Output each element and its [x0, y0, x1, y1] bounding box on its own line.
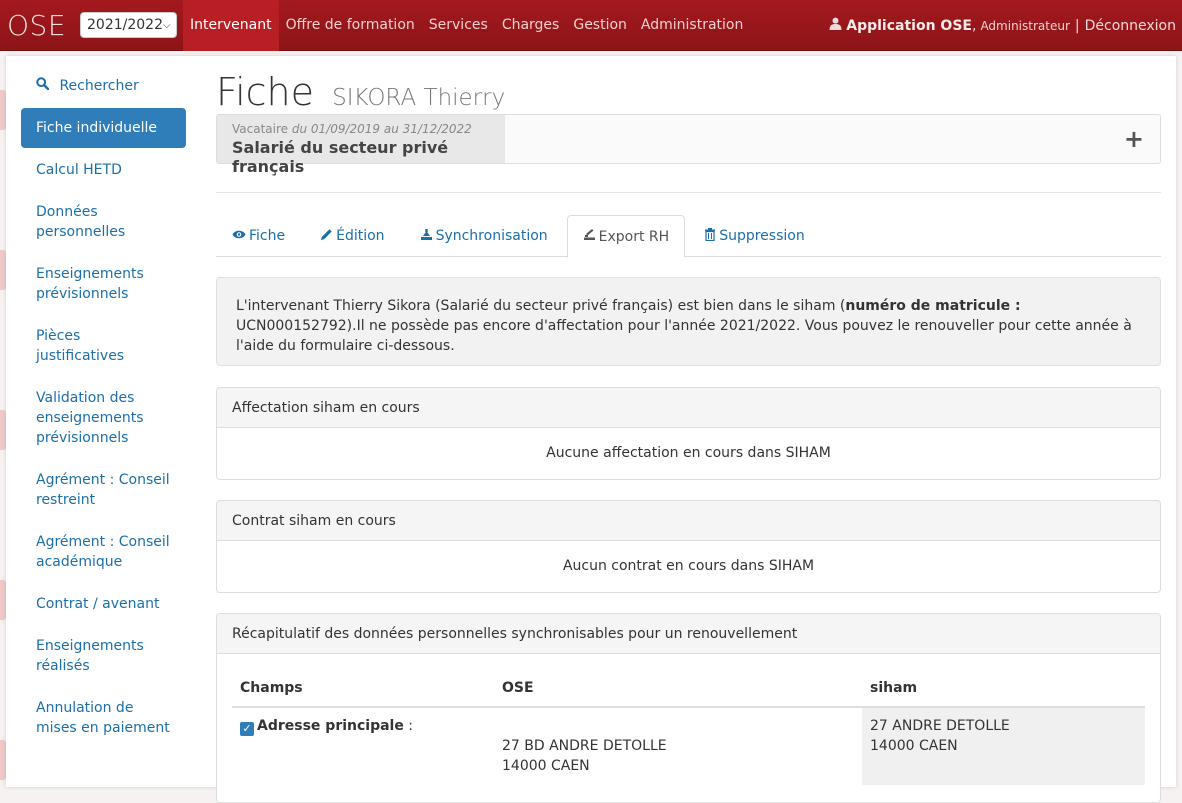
- tab-synchronisation[interactable]: Synchronisation: [404, 215, 564, 257]
- tab-suppression-label: Suppression: [719, 228, 805, 244]
- menu-item-offre-de-formation[interactable]: Offre de formation: [279, 0, 422, 51]
- sidebar: Rechercher Fiche individuelle Calcul HET…: [21, 66, 186, 750]
- status-statut: Salarié du secteur privé français: [232, 138, 449, 176]
- table-header-row: Champs OSE siham: [232, 670, 1145, 708]
- cell-champ: ✓ Adresse principale :: [232, 707, 494, 785]
- sidebar-search-link[interactable]: Rechercher: [21, 66, 186, 106]
- sidebar-item-annulation-mises-en-paiement[interactable]: Annulation de mises en paiement: [21, 688, 186, 748]
- sidebar-item-fiche-individuelle[interactable]: Fiche individuelle: [21, 108, 186, 148]
- panel-affectation: Affectation siham en cours Aucune affect…: [216, 387, 1161, 480]
- ose-address-line1: 27 BD ANDRE DETOLLE: [502, 738, 667, 754]
- sidebar-item-donnees-personnelles[interactable]: Données personnelles: [21, 192, 186, 252]
- separator: |: [1074, 17, 1080, 34]
- status-period: du 01/09/2019 au 31/12/2022: [291, 122, 472, 136]
- plus-icon[interactable]: +: [1124, 125, 1144, 153]
- panel-contrat-heading: Contrat siham en cours: [217, 501, 1160, 541]
- eye-icon: [232, 228, 246, 244]
- user-role: Administrateur: [980, 18, 1070, 33]
- search-icon: [36, 77, 53, 94]
- info-text-after: UCN000152792).Il ne possède pas encore d…: [236, 318, 1132, 354]
- sidebar-item-contrat-avenant[interactable]: Contrat / avenant: [21, 584, 186, 624]
- intervenant-status-box: Vacataire du 01/09/2019 au 31/12/2022 Sa…: [216, 114, 1161, 176]
- recap-table: Champs OSE siham ✓ Adresse principale : 2…: [232, 670, 1145, 785]
- sidebar-item-enseignements-previsionnels[interactable]: Enseignements prévisionnels: [21, 254, 186, 314]
- top-navbar: OSE 2021/2022 ⌵ Intervenant Offre de for…: [0, 0, 1182, 51]
- main-menu: Intervenant Offre de formation Services …: [183, 0, 750, 51]
- brand-logo[interactable]: OSE: [0, 9, 80, 42]
- panel-contrat: Contrat siham en cours Aucun contrat en …: [216, 500, 1161, 593]
- ose-address-line2: 14000 CAEN: [502, 758, 590, 774]
- user-name[interactable]: Application OSE: [846, 18, 972, 34]
- menu-item-charges[interactable]: Charges: [495, 0, 567, 51]
- panel-affectation-heading: Affectation siham en cours: [217, 388, 1160, 428]
- chevron-down-icon: ⌵: [163, 19, 171, 31]
- sidebar-item-pieces-justificatives[interactable]: Pièces justificatives: [21, 316, 186, 376]
- siham-address-line1: 27 ANDRE DETOLLE: [870, 718, 1010, 734]
- sidebar-search-label: Rechercher: [59, 78, 139, 94]
- sidebar-item-validation-enseignements[interactable]: Validation des enseignements prévisionne…: [21, 378, 186, 458]
- tab-edition[interactable]: Édition: [304, 215, 400, 257]
- menu-item-administration[interactable]: Administration: [634, 0, 750, 51]
- info-text-before: L'intervenant Thierry Sikora (Salarié du…: [236, 298, 846, 314]
- tab-export-rh-label: Export RH: [598, 228, 670, 245]
- tab-fiche-label: Fiche: [249, 228, 286, 244]
- page-container: Rechercher Fiche individuelle Calcul HET…: [6, 56, 1176, 803]
- sidebar-item-calcul-hetd[interactable]: Calcul HETD: [21, 150, 186, 190]
- panel-recap-heading: Récapitulatif des données personnelles s…: [217, 614, 1160, 654]
- year-select-value: 2021/2022: [87, 17, 163, 33]
- menu-item-services[interactable]: Services: [422, 0, 495, 51]
- page-title: Fiche SIKORA Thierry: [216, 70, 505, 114]
- table-row: ✓ Adresse principale : 27 BD ANDRE DETOLL…: [232, 707, 1145, 785]
- adresse-checkbox[interactable]: ✓: [240, 722, 254, 736]
- info-message: L'intervenant Thierry Sikora (Salarié du…: [216, 277, 1161, 366]
- tab-synchronisation-label: Synchronisation: [435, 228, 548, 244]
- tabs: Fiche Édition Synchronisation Export RH: [216, 215, 1161, 258]
- user-area: Application OSE, Administrateur | Déconn…: [829, 0, 1176, 51]
- cell-siham: 27 ANDRE DETOLLE 14000 CAEN: [862, 707, 1145, 785]
- page-subtitle: SIKORA Thierry: [332, 85, 506, 111]
- year-select[interactable]: 2021/2022 ⌵: [80, 12, 178, 38]
- column-header-ose: OSE: [494, 670, 862, 708]
- sync-icon: [420, 228, 433, 245]
- logout-link[interactable]: Déconnexion: [1085, 18, 1176, 34]
- user-icon: [829, 17, 842, 34]
- menu-item-intervenant[interactable]: Intervenant: [183, 0, 279, 51]
- panel-contrat-body: Aucun contrat en cours dans SIHAM: [562, 558, 815, 574]
- sidebar-item-agrement-conseil-restreint[interactable]: Agrément : Conseil restreint: [21, 460, 186, 520]
- trash-icon: [704, 227, 716, 245]
- sidebar-item-agrement-conseil-academique[interactable]: Agrément : Conseil académique: [21, 522, 186, 582]
- column-header-siham: siham: [862, 670, 1145, 708]
- export-icon: [583, 228, 596, 245]
- divider: [216, 192, 1161, 193]
- status-kind: Vacataire: [232, 122, 289, 136]
- champ-label: Adresse principale: [257, 718, 404, 734]
- sidebar-item-enseignements-realises[interactable]: Enseignements réalisés: [21, 626, 186, 686]
- panel-affectation-body: Aucune affectation en cours dans SIHAM: [546, 445, 831, 461]
- user-comma: ,: [971, 17, 977, 34]
- status-summary: Vacataire du 01/09/2019 au 31/12/2022 Sa…: [217, 115, 505, 176]
- tab-export-rh[interactable]: Export RH: [566, 215, 686, 258]
- menu-item-gestion[interactable]: Gestion: [566, 0, 634, 51]
- tab-fiche[interactable]: Fiche: [216, 215, 301, 257]
- column-header-champs: Champs: [232, 670, 494, 708]
- champ-colon: :: [408, 718, 414, 734]
- status-period-line: Vacataire du 01/09/2019 au 31/12/2022: [232, 122, 490, 136]
- page-title-text: Fiche: [216, 70, 315, 114]
- tab-edition-label: Édition: [336, 228, 385, 244]
- pencil-icon: [320, 228, 333, 245]
- tab-suppression[interactable]: Suppression: [688, 215, 821, 257]
- info-matricule-label: numéro de matricule :: [845, 298, 1021, 314]
- cell-ose: 27 BD ANDRE DETOLLE 14000 CAEN: [494, 707, 862, 785]
- siham-address-line2: 14000 CAEN: [870, 738, 958, 754]
- panel-recap: Récapitulatif des données personnelles s…: [216, 613, 1161, 803]
